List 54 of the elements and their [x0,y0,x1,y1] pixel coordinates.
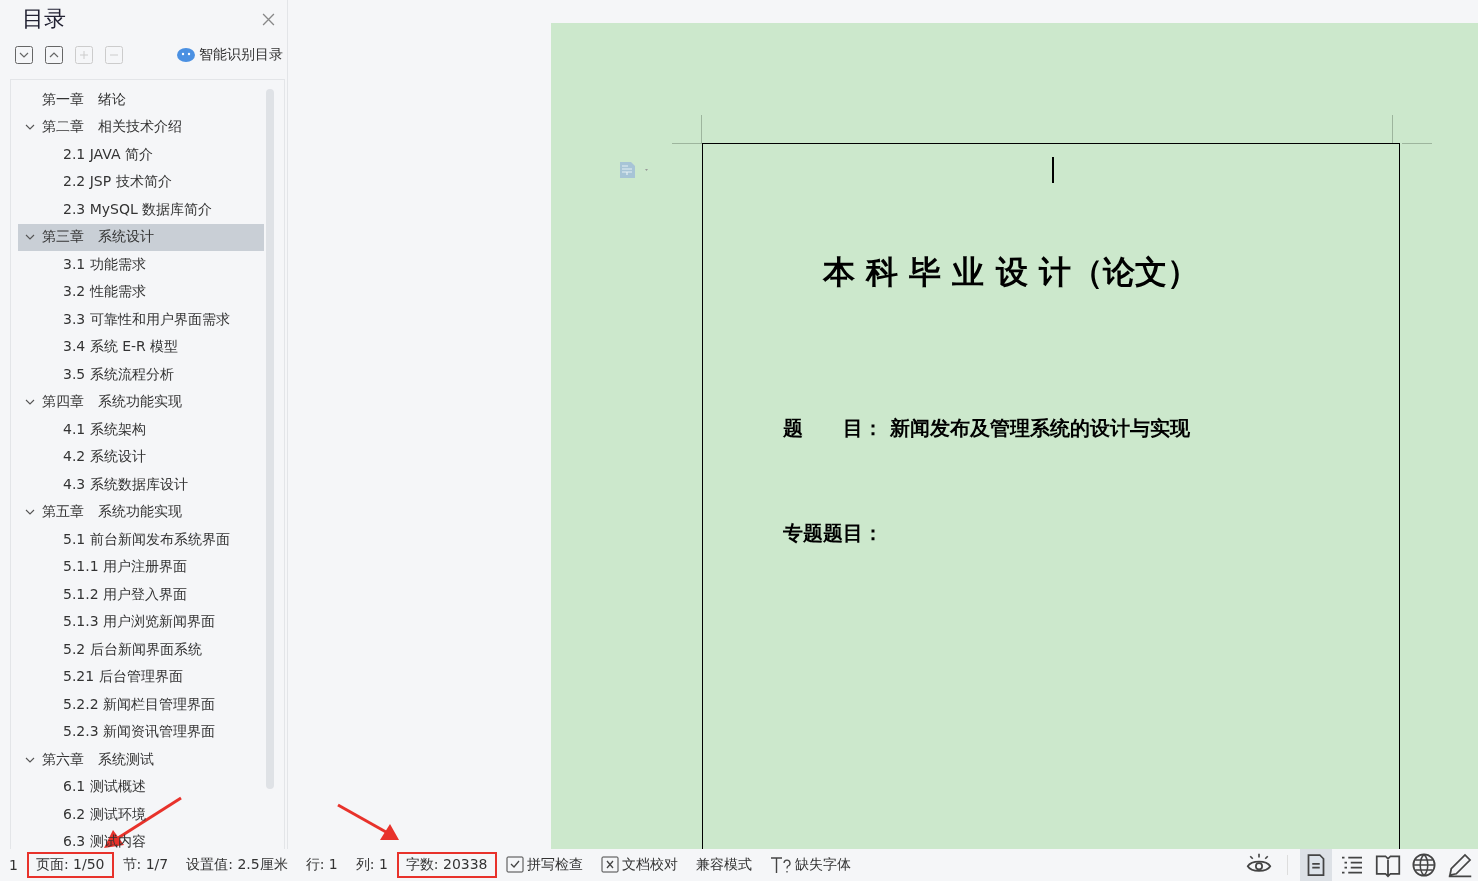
close-icon[interactable] [262,12,275,26]
field-label: 专题题目： [783,521,883,545]
panel-title: 目录 [22,5,66,33]
status-item[interactable]: 缺失字体 [760,852,860,878]
outline-item[interactable]: 第一章 绪论 [18,86,264,114]
status-item: 设置值: 2.5厘米 [185,855,289,874]
status-item: 兼容模式 [694,855,753,874]
outline-item[interactable]: 5.1.2 用户登入界面 [18,581,264,609]
outline-item[interactable]: 5.2.2 新闻栏目管理界面 [18,691,264,719]
outline-item[interactable]: 4.1 系统架构 [18,416,264,444]
outline-item[interactable]: 第二章 相关技术介绍 [18,113,264,141]
outline-item[interactable]: 2.3 MySQL 数据库简介 [18,196,264,224]
outline-item[interactable]: 5.1 前台新闻发布系统界面 [18,526,264,554]
font-question-icon [769,856,792,874]
document-title: 本 科 毕 业 设 计（论文） [823,252,1200,293]
expand-all-icon[interactable] [15,46,33,64]
status-item: 字数: 20338 [396,852,497,878]
boxed-x-icon [600,856,619,874]
smart-toc-button[interactable]: 智能识别目录 [177,46,283,64]
outline-item[interactable]: 2.2 JSP 技术简介 [18,168,264,196]
outline-item[interactable]: 第五章 系统功能实现 [18,498,264,526]
status-item[interactable]: 拼写检查 [496,852,592,878]
outline-item[interactable]: 5.2.3 新闻资讯管理界面 [18,718,264,746]
status-item: 页面: 1/50 [26,852,114,878]
collapse-all-icon[interactable] [45,46,63,64]
outline-item[interactable]: 3.1 功能需求 [18,251,264,279]
outline-item[interactable]: 5.21 后台管理界面 [18,663,264,691]
outline-item[interactable]: 第六章 系统测试 [18,746,264,774]
outline-item[interactable]: 3.3 可靠性和用户界面需求 [18,306,264,334]
status-item[interactable]: 文档校对 [591,852,687,878]
page-view-icon[interactable] [1300,849,1332,881]
outline-item[interactable]: 2.1 JAVA 简介 [18,141,264,169]
outline-item[interactable]: 5.1.1 用户注册界面 [18,553,264,581]
outline-item[interactable]: 第四章 系统功能实现 [18,388,264,416]
outline-item[interactable]: 6.2 测试环境 [18,801,264,829]
field-label: 题 目： [783,416,883,440]
outline-item[interactable]: 3.2 性能需求 [18,278,264,306]
status-item: 列: 1 [354,855,389,874]
outline-item[interactable]: 4.3 系统数据库设计 [18,471,264,499]
outline-item[interactable]: 5.1.3 用户浏览新闻界面 [18,608,264,636]
status-item: 节: 1/7 [121,855,170,874]
status-item: 行: 1 [304,855,339,874]
arrow-annotation [337,803,399,840]
outline-item[interactable]: 3.4 系统 E-R 模型 [18,333,264,361]
outline-item[interactable]: 5.2 后台新闻界面系统 [18,636,264,664]
cloud-face-icon [177,48,195,62]
outline-item[interactable]: 6.1 测试概述 [18,773,264,801]
outline-item[interactable]: 第三章 系统设计 [18,223,264,251]
outline-item[interactable]: 4.2 系统设计 [18,443,264,471]
checkbox-tick-icon [505,856,524,874]
field-value: 新闻发布及管理系统的设计与实现 [889,416,1190,440]
text-cursor [1052,157,1054,183]
outline-item[interactable]: 3.5 系统流程分析 [18,361,264,389]
status-item: 1 [8,856,19,875]
